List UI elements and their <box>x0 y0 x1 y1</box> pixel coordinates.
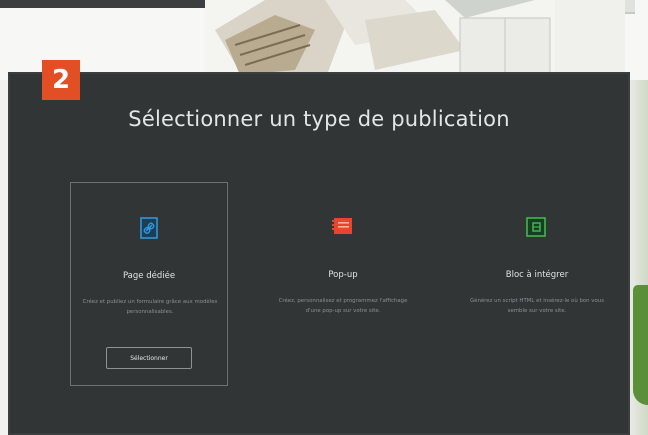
step-number-badge: 2 <box>42 60 80 100</box>
link-page-icon <box>135 215 163 241</box>
card-description: Générez un script HTML et insérez-le où … <box>469 298 605 314</box>
interior-photo <box>205 0 625 80</box>
card-popup[interactable]: Pop-up Créez, personnalisez et programme… <box>264 182 422 386</box>
header-bar <box>0 0 210 8</box>
select-button[interactable]: Sélectionner <box>106 347 192 369</box>
card-title: Pop-up <box>328 270 358 280</box>
decorative-header-image <box>0 0 648 80</box>
card-description: Créez et publiez un formulaire grâce aux… <box>82 299 218 315</box>
page-title: Sélectionner un type de publication <box>128 107 510 131</box>
publication-type-panel: Sélectionner un type de publication Page… <box>8 72 630 435</box>
embed-block-icon <box>522 214 550 240</box>
plant-leaf <box>633 285 648 405</box>
card-title: Bloc à intégrer <box>505 270 569 280</box>
card-embed-block[interactable]: Bloc à intégrer Générez un script HTML e… <box>458 182 616 386</box>
card-title: Page dédiée <box>122 271 176 281</box>
popup-window-icon <box>328 214 356 240</box>
card-description: Créez, personnalisez et programmez l'aff… <box>278 298 408 314</box>
card-dedicated-page[interactable]: Page dédiée Créez et publiez un formulai… <box>70 182 228 386</box>
